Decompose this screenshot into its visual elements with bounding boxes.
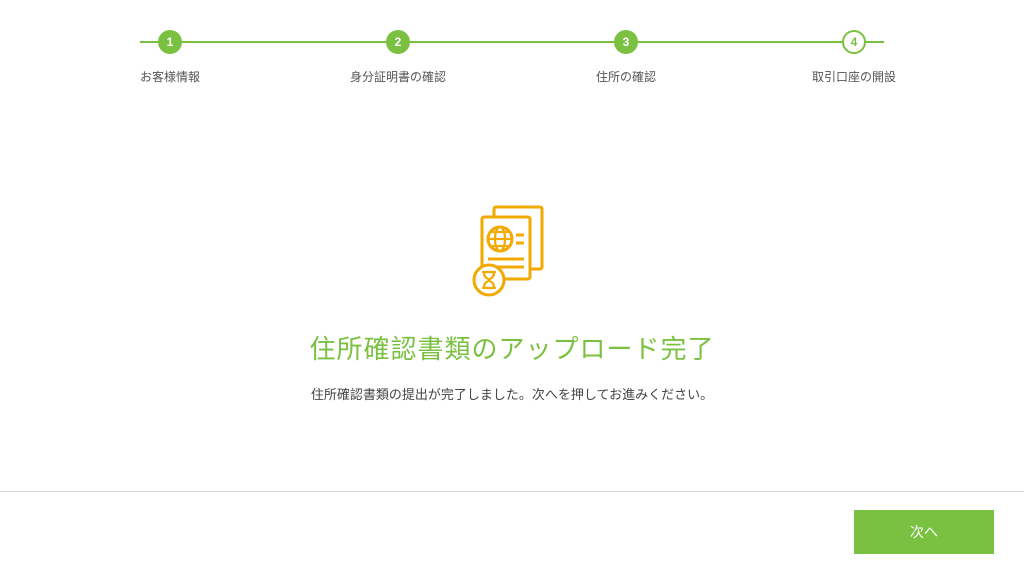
- document-pending-icon: [468, 205, 556, 301]
- step-label-4: 取引口座の開設: [812, 68, 896, 85]
- step-4: 4 取引口座の開設: [794, 30, 914, 85]
- next-button[interactable]: 次へ: [854, 510, 994, 554]
- step-circle-1: 1: [158, 30, 182, 54]
- footer-bar: 次へ: [0, 491, 1024, 572]
- upload-complete-headline: 住所確認書類のアップロード完了: [309, 329, 714, 366]
- step-circle-4: 4: [842, 30, 866, 54]
- step-circle-3: 3: [614, 30, 638, 54]
- step-3: 3 住所の確認: [566, 30, 686, 85]
- step-label-2: 身分証明書の確認: [350, 68, 446, 85]
- step-circle-2: 2: [386, 30, 410, 54]
- step-1: 1 お客様情報: [110, 30, 230, 85]
- step-label-3: 住所の確認: [596, 68, 656, 85]
- step-label-1: お客様情報: [140, 68, 200, 85]
- upload-complete-subtext: 住所確認書類の提出が完了しました。次へを押してお進みください。: [311, 384, 713, 403]
- stepper-line: [140, 41, 884, 43]
- progress-stepper: 1 お客様情報 2 身分証明書の確認 3 住所の確認 4 取引口座の開設: [0, 0, 1024, 85]
- main-content: 住所確認書類のアップロード完了 住所確認書類の提出が完了しました。次へを押してお…: [0, 85, 1024, 403]
- step-2: 2 身分証明書の確認: [338, 30, 458, 85]
